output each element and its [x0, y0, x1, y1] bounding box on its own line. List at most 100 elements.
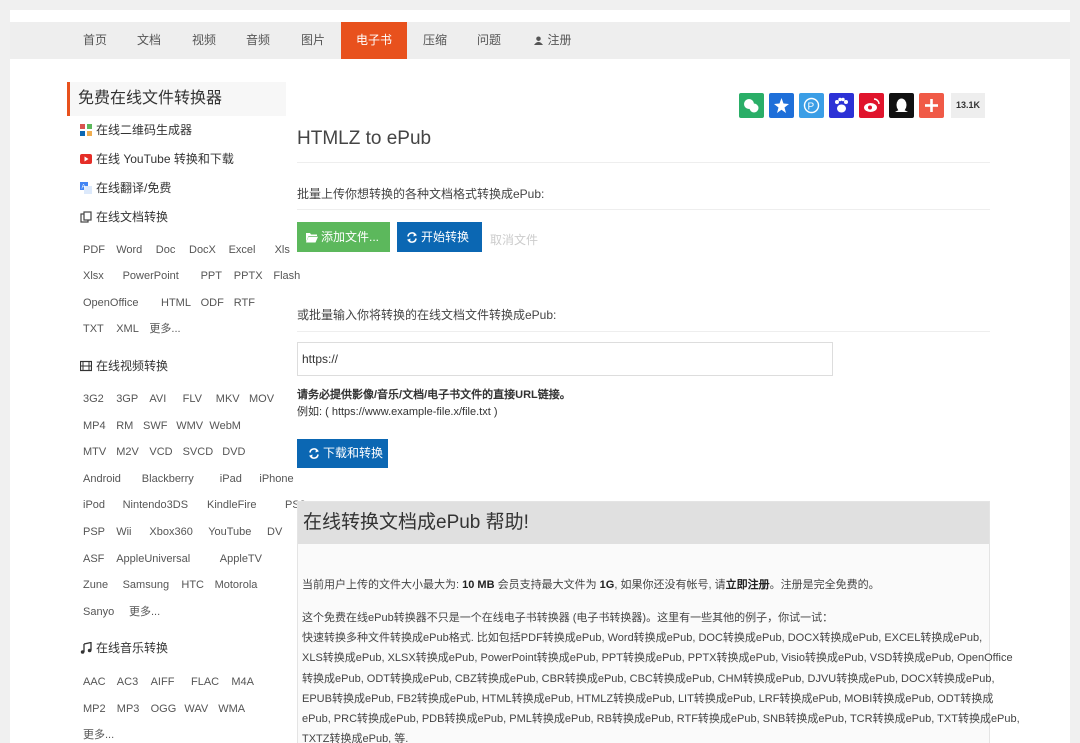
format-link[interactable]: WebM: [209, 418, 241, 434]
format-link[interactable]: M2V: [116, 444, 139, 460]
format-link[interactable]: Excel: [229, 242, 256, 258]
format-link[interactable]: M4A: [231, 674, 254, 690]
nav-register[interactable]: 注册: [526, 22, 580, 59]
format-link[interactable]: HTML: [161, 295, 191, 311]
format-link[interactable]: XML: [116, 321, 139, 337]
format-link[interactable]: MKV: [216, 391, 240, 407]
format-link[interactable]: SVCD: [183, 444, 214, 460]
format-link[interactable]: Blackberry: [142, 471, 194, 487]
nav-images[interactable]: 图片: [290, 22, 336, 59]
format-link[interactable]: iPad: [220, 471, 242, 487]
format-link[interactable]: AppleUniversal: [116, 551, 190, 567]
format-link[interactable]: PDF: [83, 242, 105, 258]
format-link[interactable]: OGG: [151, 701, 177, 717]
format-link[interactable]: DocX: [189, 242, 216, 258]
format-link[interactable]: 更多...: [129, 604, 160, 620]
format-link[interactable]: MP4: [83, 418, 106, 434]
format-link[interactable]: PSP: [83, 524, 105, 540]
nav-video[interactable]: 视频: [181, 22, 227, 59]
format-link[interactable]: Sanyo: [83, 604, 114, 620]
add-files-button[interactable]: 添加文件...: [297, 222, 390, 252]
sidebar-heading-video[interactable]: 在线视频转换: [80, 357, 168, 375]
format-link[interactable]: Doc: [156, 242, 176, 258]
nav-faq[interactable]: 问题: [466, 22, 512, 59]
format-link[interactable]: AC3: [117, 674, 138, 690]
sidebar-heading-music[interactable]: 在线音乐转换: [80, 639, 168, 657]
sidebar-link-translate[interactable]: A 在线翻译/免费: [80, 179, 171, 197]
format-link[interactable]: VCD: [149, 444, 172, 460]
format-link[interactable]: FLAC: [191, 674, 219, 690]
sidebar-link-qr-generator[interactable]: 在线二维码生成器: [80, 121, 192, 139]
youtube-icon: [80, 154, 92, 164]
format-link[interactable]: FLV: [183, 391, 202, 407]
format-link[interactable]: MOV: [249, 391, 274, 407]
format-link[interactable]: Android: [83, 471, 121, 487]
sidebar-link-youtube[interactable]: 在线 YouTube 转换和下载: [80, 150, 234, 168]
help-line: ePub, PRC转换成ePub, PDB转换成ePub, PML转换成ePub…: [302, 713, 1020, 725]
format-link[interactable]: DVD: [222, 444, 245, 460]
weibo-share-button[interactable]: [859, 93, 884, 118]
format-link[interactable]: RTF: [234, 295, 255, 311]
format-link[interactable]: AIFF: [151, 674, 175, 690]
baidu-share-button[interactable]: [829, 93, 854, 118]
format-link[interactable]: DV: [267, 524, 282, 540]
format-link[interactable]: 3GP: [116, 391, 138, 407]
nav-documents[interactable]: 文档: [126, 22, 172, 59]
more-share-share-button[interactable]: [919, 93, 944, 118]
format-link[interactable]: AVI: [149, 391, 166, 407]
format-link[interactable]: Word: [116, 242, 142, 258]
format-link[interactable]: Motorola: [215, 577, 258, 593]
format-link[interactable]: TXT: [83, 321, 104, 337]
help-line: 快速转换多种文件转换成ePub格式. 比如包括PDF转换成ePub, Word转…: [302, 632, 983, 645]
format-link[interactable]: Xlsx: [83, 268, 104, 284]
format-link[interactable]: Nintendo3DS: [123, 497, 188, 513]
format-link[interactable]: YouTube: [208, 524, 251, 540]
format-link[interactable]: PowerPoint: [123, 268, 179, 284]
format-link[interactable]: OpenOffice: [83, 295, 138, 311]
format-link[interactable]: WMA: [218, 701, 245, 717]
nav-compress[interactable]: 压缩: [412, 22, 458, 59]
format-link[interactable]: 更多...: [83, 727, 114, 743]
format-link[interactable]: WMV: [176, 418, 203, 434]
format-link[interactable]: Flash: [273, 268, 300, 284]
cancel-files-link[interactable]: 取消文件: [490, 231, 538, 248]
wechat-share-button[interactable]: [739, 93, 764, 118]
format-link[interactable]: Xbox360: [149, 524, 192, 540]
register-now-link[interactable]: 立即注册: [726, 579, 770, 591]
nav-ebooks[interactable]: 电子书: [341, 22, 407, 59]
format-link[interactable]: AAC: [83, 674, 106, 690]
format-link[interactable]: AppleTV: [220, 551, 262, 567]
format-link[interactable]: Wii: [116, 524, 131, 540]
format-link[interactable]: Samsung: [123, 577, 169, 593]
format-link[interactable]: Xls: [275, 242, 290, 258]
nav-home[interactable]: 首页: [72, 22, 118, 59]
format-link[interactable]: WAV: [184, 701, 208, 717]
member-size-value: 1G: [599, 579, 615, 591]
nav-audio[interactable]: 音频: [235, 22, 281, 59]
start-convert-button[interactable]: 开始转换: [397, 222, 482, 252]
format-link[interactable]: iPhone: [259, 471, 293, 487]
tencent-weibo-share-button[interactable]: P: [799, 93, 824, 118]
format-link[interactable]: RM: [116, 418, 133, 434]
sidebar-link-document-convert[interactable]: 在线文档转换: [80, 208, 168, 226]
format-link[interactable]: MP3: [117, 701, 140, 717]
format-link[interactable]: Zune: [83, 577, 108, 593]
refresh-icon: [309, 448, 319, 459]
format-link[interactable]: 3G2: [83, 391, 104, 407]
format-link[interactable]: iPod: [83, 497, 105, 513]
format-link[interactable]: MTV: [83, 444, 106, 460]
format-link[interactable]: ODF: [201, 295, 224, 311]
format-link[interactable]: PPTX: [234, 268, 263, 284]
qzone-share-button[interactable]: [769, 93, 794, 118]
qq-share-button[interactable]: [889, 93, 914, 118]
download-convert-button[interactable]: 下载和转换: [297, 439, 388, 468]
format-link[interactable]: ASF: [83, 551, 104, 567]
format-link[interactable]: HTC: [181, 577, 204, 593]
url-input[interactable]: [297, 342, 833, 376]
refresh-icon: [407, 232, 417, 243]
format-link[interactable]: MP2: [83, 701, 106, 717]
format-link[interactable]: SWF: [143, 418, 167, 434]
format-link[interactable]: KindleFire: [207, 497, 257, 513]
format-link[interactable]: 更多...: [149, 321, 180, 337]
format-link[interactable]: PPT: [201, 268, 222, 284]
